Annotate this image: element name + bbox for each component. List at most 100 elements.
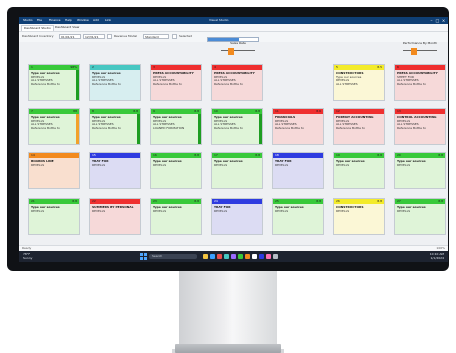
mode-label: Revenue Model bbox=[114, 34, 138, 38]
dashboard-card[interactable]: 21 8.8 Type our sources REVELLS bbox=[28, 198, 80, 235]
tab-dashboard-studio[interactable]: Dashboard Studio bbox=[21, 25, 54, 31]
monitor-stand-neck bbox=[179, 271, 277, 347]
taskbar: 78°F Sunny Search 10:10 AM 1/1/2024 bbox=[19, 251, 448, 262]
dashboard-card[interactable]: 26 8.8 CONSTRUCTORS REVELLS bbox=[333, 198, 385, 235]
dashboard-card[interactable]: 15 TRAY FOR REVELLS bbox=[89, 152, 141, 189]
dashboard-card[interactable]: 6 PRESS ACCOUNTABILITY SHEET FOR ALL STRESS… bbox=[394, 64, 446, 101]
menu-item[interactable]: Link bbox=[105, 18, 111, 23]
card-body: Type our sources REVELLS bbox=[275, 206, 318, 213]
dashboard-card[interactable]: 25 8.8 Type our sources REVELLS bbox=[272, 198, 324, 235]
taskbar-app-icon[interactable] bbox=[217, 254, 222, 259]
card-number: 1 bbox=[31, 65, 33, 69]
date-to-input[interactable]: 12/31/21 bbox=[83, 34, 105, 39]
menu-item[interactable]: Add bbox=[93, 18, 99, 23]
card-header: 14 bbox=[29, 153, 79, 158]
card-number: 25 bbox=[275, 199, 279, 203]
dashboard-card[interactable]: 1 98% Type our sources REVELLS ALL STRESSES R… bbox=[28, 64, 80, 101]
taskbar-app-icon[interactable] bbox=[266, 254, 271, 259]
dashboard-card[interactable]: 27 8.8 Type our sources REVELLS bbox=[394, 198, 446, 235]
dashboard-card[interactable]: 9 8.8 Type our sources REVELLS ALL STRESSES L… bbox=[150, 108, 202, 145]
dashboard-card[interactable]: 20 8.8 Type our sources REVELLS bbox=[394, 152, 446, 189]
taskbar-app-icon[interactable] bbox=[224, 254, 229, 259]
menu-item[interactable]: Finance bbox=[49, 18, 60, 23]
card-header: 1 98% bbox=[29, 65, 79, 70]
card-line: REVELLS bbox=[275, 209, 289, 213]
card-body: Type our sources REVELLS ALL STRESSES Refer… bbox=[31, 72, 74, 86]
filter-label: Dashboard Inventory bbox=[22, 34, 54, 38]
selected-checkbox[interactable] bbox=[172, 34, 177, 39]
card-line: REVELLS bbox=[153, 209, 167, 213]
tab-dashboard-view[interactable]: Dashboard View bbox=[53, 25, 81, 30]
taskbar-app-icon[interactable] bbox=[210, 254, 215, 259]
dashboard-card[interactable]: 11 8.6 FINANCIALS REVELLS ALL STRESSES Refere… bbox=[272, 108, 324, 145]
card-status-stripe bbox=[76, 70, 79, 100]
dashboard-card[interactable]: 8 8.8 Type our sources REVELLS ALL STRESSES R… bbox=[89, 108, 141, 145]
dashboard-card[interactable]: 23 8.8 Type our sources REVELLS bbox=[150, 198, 202, 235]
dashboard-card[interactable]: 19 8.8 Type our sources REVELLS bbox=[333, 152, 385, 189]
menu-item[interactable]: Help bbox=[65, 18, 72, 23]
card-header: 5 8.5 bbox=[334, 65, 384, 70]
card-line: REVELLS bbox=[275, 163, 289, 167]
system-tray[interactable]: 10:10 AM 1/1/2024 bbox=[430, 252, 444, 260]
card-line: REVELLS bbox=[31, 163, 45, 167]
card-header: 24 bbox=[212, 199, 262, 204]
card-body: FINANCIALS REVELLS ALL STRESSES Reference B… bbox=[275, 116, 318, 130]
dashboard-card[interactable]: 16 8.8 Type our sources REVELLS bbox=[150, 152, 202, 189]
card-line: LOANED FORMATION bbox=[153, 126, 185, 130]
dashboard-card[interactable]: 18 TRAY FOR REVELLS bbox=[272, 152, 324, 189]
dashboard-card[interactable]: 24 TRAY FOR REVELLS bbox=[211, 198, 263, 235]
dashboard-card[interactable]: 22 SUMMERS BY PERSONAL REVELLS bbox=[89, 198, 141, 235]
taskbar-search[interactable]: Search bbox=[149, 254, 197, 259]
card-header: 7 88 bbox=[29, 109, 79, 114]
card-body: Type our sources REVELLS ALL STRESSES Refer… bbox=[31, 116, 74, 130]
card-header: 18 bbox=[273, 153, 323, 158]
start-icon[interactable] bbox=[140, 253, 147, 260]
dashboard-card[interactable]: 13 CONTROL ACCOUNTING REVELLS ALL STRESSES R… bbox=[394, 108, 446, 145]
card-body: Type our sources REVELLS bbox=[153, 160, 196, 167]
minimize-icon[interactable]: – bbox=[429, 18, 434, 23]
menu-item[interactable]: File bbox=[37, 18, 42, 23]
card-header: 27 8.8 bbox=[395, 199, 445, 204]
dashboard-card[interactable]: 2 Type our sources REVELLS ALL STRESSES Refe… bbox=[89, 64, 141, 101]
dashboard-card[interactable]: 7 88 Type our sources REVELLS ALL STRESSES Re… bbox=[28, 108, 80, 145]
taskbar-app-icon[interactable] bbox=[203, 254, 208, 259]
card-number: 7 bbox=[31, 109, 33, 113]
dashboard-card[interactable]: 3 PRESS ACCOUNTABILITY REVELLS ALL STRESSES… bbox=[150, 64, 202, 101]
menu-item[interactable]: Window bbox=[77, 18, 89, 23]
card-number: 27 bbox=[397, 199, 401, 203]
card-number: 9 bbox=[153, 109, 155, 113]
dashboard-card[interactable]: 12 FORMAT ACCOUNTING REVELLS ALL STRESSES Re… bbox=[333, 108, 385, 145]
taskbar-app-icon[interactable] bbox=[231, 254, 236, 259]
taskbar-app-icon[interactable] bbox=[245, 254, 250, 259]
maximize-icon[interactable]: □ bbox=[435, 18, 440, 23]
dashboard-card[interactable]: 17 8.8 Type our sources REVELLS bbox=[211, 152, 263, 189]
taskbar-app-icon[interactable] bbox=[252, 254, 257, 259]
dashboard-card[interactable]: 4 PRESS ACCOUNTABILITY REVELLS ALL STRESSES… bbox=[211, 64, 263, 101]
menu-item[interactable]: Studio bbox=[23, 18, 33, 23]
close-icon[interactable]: × bbox=[441, 18, 446, 23]
card-line: Reference Bottle to bbox=[397, 126, 426, 130]
card-number: 16 bbox=[153, 153, 157, 157]
card-body: CONSTRUCTORS Type our sources REVELLS ALL S… bbox=[336, 72, 379, 86]
dashboard-card[interactable]: 5 8.5 CONSTRUCTORS Type our sources REVELLS A… bbox=[333, 64, 385, 101]
mode-select[interactable]: Standard bbox=[143, 34, 169, 39]
card-number: 8 bbox=[92, 109, 94, 113]
card-status-stripe bbox=[198, 114, 201, 144]
card-metric: 8.8 bbox=[72, 199, 77, 203]
card-header: 12 bbox=[334, 109, 384, 114]
weather-widget[interactable]: 78°F Sunny bbox=[23, 252, 32, 260]
taskbar-app-icon[interactable] bbox=[273, 254, 278, 259]
dashboard-card[interactable]: 14 BOARDS LINE REVELLS bbox=[28, 152, 80, 189]
checkbox[interactable] bbox=[107, 34, 112, 39]
taskbar-app-icon[interactable] bbox=[238, 254, 243, 259]
dashboard-card[interactable]: 10 8.8 Type our sources REVELLS ALL STRESSES… bbox=[211, 108, 263, 145]
taskbar-app-icon[interactable] bbox=[259, 254, 264, 259]
card-metric: 8.8 bbox=[377, 199, 382, 203]
card-line: Reference Bottle to bbox=[153, 82, 182, 86]
card-header: 3 bbox=[151, 65, 201, 70]
card-header: 8 8.8 bbox=[90, 109, 140, 114]
card-header: 17 8.8 bbox=[212, 153, 262, 158]
title-bar: Studio File Finance Help Window Add Link… bbox=[19, 17, 448, 24]
gauge-scale bbox=[403, 50, 437, 54]
date-from-input[interactable]: 01/01/21 bbox=[59, 34, 81, 39]
